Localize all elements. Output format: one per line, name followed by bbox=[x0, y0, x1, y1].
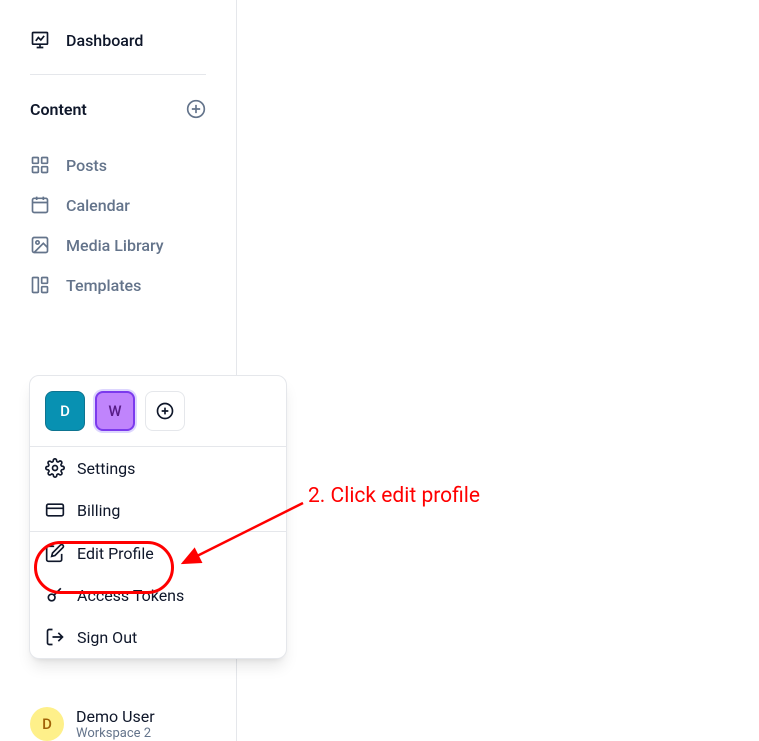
sidebar-item-media[interactable]: Media Library bbox=[0, 225, 236, 265]
add-content-button[interactable] bbox=[186, 99, 206, 119]
menu-item-label: Settings bbox=[77, 459, 135, 478]
presentation-chart-icon bbox=[30, 30, 50, 50]
menu-item-access-tokens[interactable]: Access Tokens bbox=[30, 574, 286, 616]
sidebar-item-calendar[interactable]: Calendar bbox=[0, 185, 236, 225]
gear-icon bbox=[45, 458, 65, 478]
user-workspace: Workspace 2 bbox=[76, 726, 155, 741]
menu-item-label: Access Tokens bbox=[77, 586, 184, 605]
edit-icon bbox=[45, 543, 65, 563]
menu-item-label: Sign Out bbox=[77, 628, 137, 647]
sidebar-item-label: Templates bbox=[66, 276, 141, 295]
workspace-tile-w[interactable]: W bbox=[95, 391, 135, 431]
menu-item-label: Edit Profile bbox=[77, 544, 154, 563]
divider bbox=[30, 74, 206, 75]
user-name: Demo User bbox=[76, 707, 155, 726]
sidebar-item-label: Media Library bbox=[66, 236, 164, 255]
sidebar-item-templates[interactable]: Templates bbox=[0, 265, 236, 305]
plus-circle-icon bbox=[186, 99, 206, 119]
sidebar-item-dashboard[interactable]: Dashboard bbox=[0, 20, 236, 60]
workspace-initial: W bbox=[108, 402, 121, 420]
menu-item-billing[interactable]: Billing bbox=[30, 489, 286, 531]
user-info: Demo User Workspace 2 bbox=[76, 707, 155, 741]
logout-icon bbox=[45, 627, 65, 647]
user-popover: D W Settings Billing Edit Profile Access… bbox=[29, 375, 287, 659]
avatar-initial: D bbox=[42, 715, 52, 733]
menu-item-settings[interactable]: Settings bbox=[30, 447, 286, 489]
add-workspace-button[interactable] bbox=[145, 391, 185, 431]
annotation-text: 2. Click edit profile bbox=[308, 484, 480, 508]
sidebar-item-label: Calendar bbox=[66, 196, 130, 215]
sidebar-item-label: Posts bbox=[66, 156, 107, 175]
credit-card-icon bbox=[45, 500, 65, 520]
templates-icon bbox=[30, 275, 50, 295]
calendar-icon bbox=[30, 195, 50, 215]
plus-circle-icon bbox=[155, 401, 175, 421]
workspace-tile-d[interactable]: D bbox=[45, 391, 85, 431]
menu-item-sign-out[interactable]: Sign Out bbox=[30, 616, 286, 658]
menu-item-label: Billing bbox=[77, 501, 120, 520]
sidebar-item-posts[interactable]: Posts bbox=[0, 145, 236, 185]
sidebar-item-label: Dashboard bbox=[66, 31, 143, 50]
content-section-header: Content bbox=[0, 89, 236, 145]
key-icon bbox=[45, 585, 65, 605]
section-title: Content bbox=[30, 100, 87, 119]
workspace-initial: D bbox=[60, 402, 70, 420]
grid-icon bbox=[30, 155, 50, 175]
user-footer[interactable]: D Demo User Workspace 2 bbox=[0, 697, 236, 741]
image-icon bbox=[30, 235, 50, 255]
workspace-switcher: D W bbox=[30, 376, 286, 447]
menu-item-edit-profile[interactable]: Edit Profile bbox=[30, 532, 286, 574]
avatar: D bbox=[30, 707, 64, 741]
